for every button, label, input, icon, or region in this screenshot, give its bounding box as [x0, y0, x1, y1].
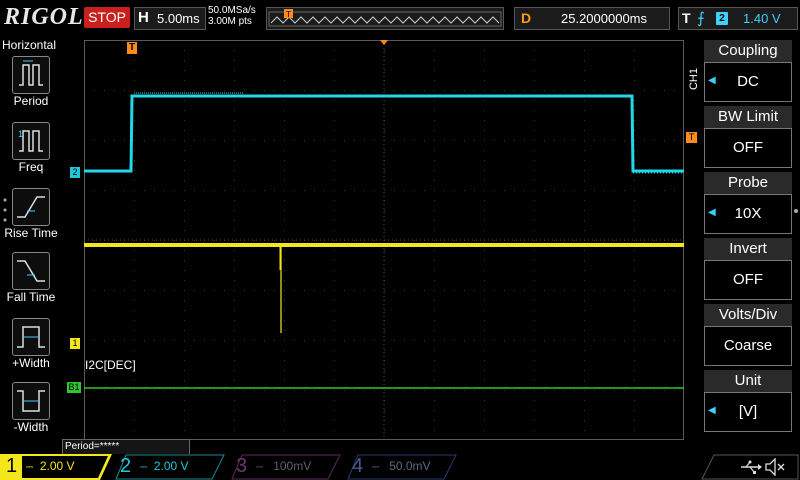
- trigger-level-value: 1.40 V: [743, 11, 781, 26]
- trigger-label: T: [682, 10, 691, 26]
- trigger-position-marker: T: [286, 10, 291, 19]
- delay-label: D: [521, 10, 532, 26]
- unit-value: [V]: [704, 392, 792, 432]
- bw-limit-softkey[interactable]: BW Limit OFF: [704, 106, 792, 168]
- fall-time-icon: [12, 252, 50, 290]
- period-measurement[interactable]: Period=*****: [62, 439, 190, 455]
- knob-select-icon: ◀: [708, 207, 716, 218]
- unit-title: Unit: [704, 370, 792, 392]
- measure-freq-button[interactable]: 1 Freq: [0, 122, 62, 182]
- svg-text:1: 1: [18, 129, 23, 139]
- probe-value: 10X: [704, 194, 792, 234]
- period-icon: [12, 56, 50, 94]
- invert-value: OFF: [704, 260, 792, 300]
- trigger-display[interactable]: T ⨍ 2 1.40 V: [678, 7, 798, 30]
- horizontal-measure-menu: Horizontal Period 1 Freq Rise Time Fall …: [0, 36, 62, 440]
- horizontal-label: H: [138, 9, 149, 26]
- menu-title: Horizontal: [2, 38, 57, 52]
- delay-display[interactable]: D 25.2000000ms: [514, 7, 670, 30]
- menu-channel-tag: CH1: [688, 68, 700, 91]
- volts-div-softkey[interactable]: Volts/Div Coarse: [704, 304, 792, 366]
- unit-softkey[interactable]: Unit [V] ◀: [704, 370, 792, 432]
- speaker-muted-icon[interactable]: [764, 458, 786, 476]
- ch1-offset-marker[interactable]: 1: [70, 338, 80, 349]
- freq-icon: 1: [12, 122, 50, 160]
- measure-period-button[interactable]: Period: [0, 56, 62, 116]
- period-label: Period: [13, 94, 49, 108]
- ch2-scale: ⎓ 2.00 V: [140, 459, 189, 473]
- trigger-level-marker[interactable]: T: [686, 132, 697, 143]
- positive-width-label: +Width: [12, 356, 50, 370]
- ch2-number: 2: [120, 455, 132, 477]
- volts-div-value: Coarse: [704, 326, 792, 366]
- negative-width-label: -Width: [13, 420, 49, 434]
- rising-edge-icon: ⨍: [697, 10, 705, 27]
- ch3-scale: ⎓ 100mV: [256, 459, 312, 473]
- acquisition-info: 50.0MSa/s 3.00M pts: [208, 5, 256, 27]
- bw-limit-value: OFF: [704, 128, 792, 168]
- volts-div-title: Volts/Div: [704, 304, 792, 326]
- timebase-value: 5.00ms: [157, 11, 200, 26]
- ch3-tab[interactable]: 3 ⎓ 100mV: [230, 454, 342, 480]
- fall-time-label: Fall Time: [6, 290, 56, 304]
- probe-title: Probe: [704, 172, 792, 194]
- horizontal-timebase[interactable]: H 5.00ms: [134, 7, 206, 30]
- measure-positive-width-button[interactable]: +Width: [0, 318, 62, 378]
- ch1-number: 1: [6, 455, 18, 477]
- coupling-title: Coupling: [704, 40, 792, 62]
- knob-select-icon: ◀: [708, 75, 716, 86]
- ch2-offset-marker[interactable]: 2: [70, 167, 80, 178]
- ch4-scale: ⎓ 50.0mV: [372, 459, 431, 473]
- usb-icon: [741, 460, 762, 474]
- channel-status-bar: 1 ⎓ 2.00 V 2 ⎓ 2.00 V 3 ⎓ 100mV 4 ⎓ 50.0…: [0, 454, 800, 480]
- delay-value: 25.2000000ms: [561, 11, 648, 26]
- bus-decode-label: I2C[DEC]: [85, 358, 136, 372]
- bw-limit-title: BW Limit: [704, 106, 792, 128]
- ch1-scale: ⎓ 2.00 V: [26, 459, 75, 473]
- top-status-bar: RIGOL STOP H 5.00ms 50.0MSa/s 3.00M pts …: [0, 0, 800, 36]
- right-panel-dot-icon: [794, 209, 798, 213]
- coupling-value: DC: [704, 62, 792, 102]
- trigger-source-badge: 2: [716, 12, 728, 25]
- trigger-position-marker[interactable]: T: [127, 42, 137, 54]
- negative-width-icon: [12, 382, 50, 420]
- ch1-tab[interactable]: 1 ⎓ 2.00 V: [0, 454, 112, 480]
- freq-label: Freq: [18, 160, 44, 174]
- memory-depth: 3.00M pts: [208, 16, 252, 27]
- rise-time-label: Rise Time: [4, 226, 58, 240]
- ch2-tab[interactable]: 2 ⎓ 2.00 V: [114, 454, 226, 480]
- left-panel-dots-icon: [3, 198, 7, 222]
- rise-time-icon: [12, 188, 50, 226]
- invert-softkey[interactable]: Invert OFF: [704, 238, 792, 300]
- sample-rate: 50.0MSa/s: [208, 5, 256, 16]
- knob-select-icon: ◀: [708, 405, 716, 416]
- bus-b1-marker[interactable]: B1: [67, 382, 81, 393]
- probe-softkey[interactable]: Probe 10X ◀: [704, 172, 792, 234]
- ch4-number: 4: [352, 455, 364, 477]
- waveform-display[interactable]: [84, 40, 684, 440]
- ch4-tab[interactable]: 4 ⎓ 50.0mV: [346, 454, 458, 480]
- measure-rise-time-button[interactable]: Rise Time: [0, 188, 62, 248]
- rigol-logo: RIGOL: [4, 4, 84, 30]
- measure-negative-width-button[interactable]: -Width: [0, 382, 62, 442]
- invert-title: Invert: [704, 238, 792, 260]
- run-stop-indicator[interactable]: STOP: [84, 7, 130, 28]
- measure-fall-time-button[interactable]: Fall Time: [0, 252, 62, 312]
- coupling-softkey[interactable]: Coupling DC ◀: [704, 40, 792, 102]
- positive-width-icon: [12, 318, 50, 356]
- memory-overview-icon: T: [268, 9, 502, 27]
- ch3-number: 3: [236, 455, 248, 477]
- waveform-position-bar[interactable]: T: [266, 7, 504, 30]
